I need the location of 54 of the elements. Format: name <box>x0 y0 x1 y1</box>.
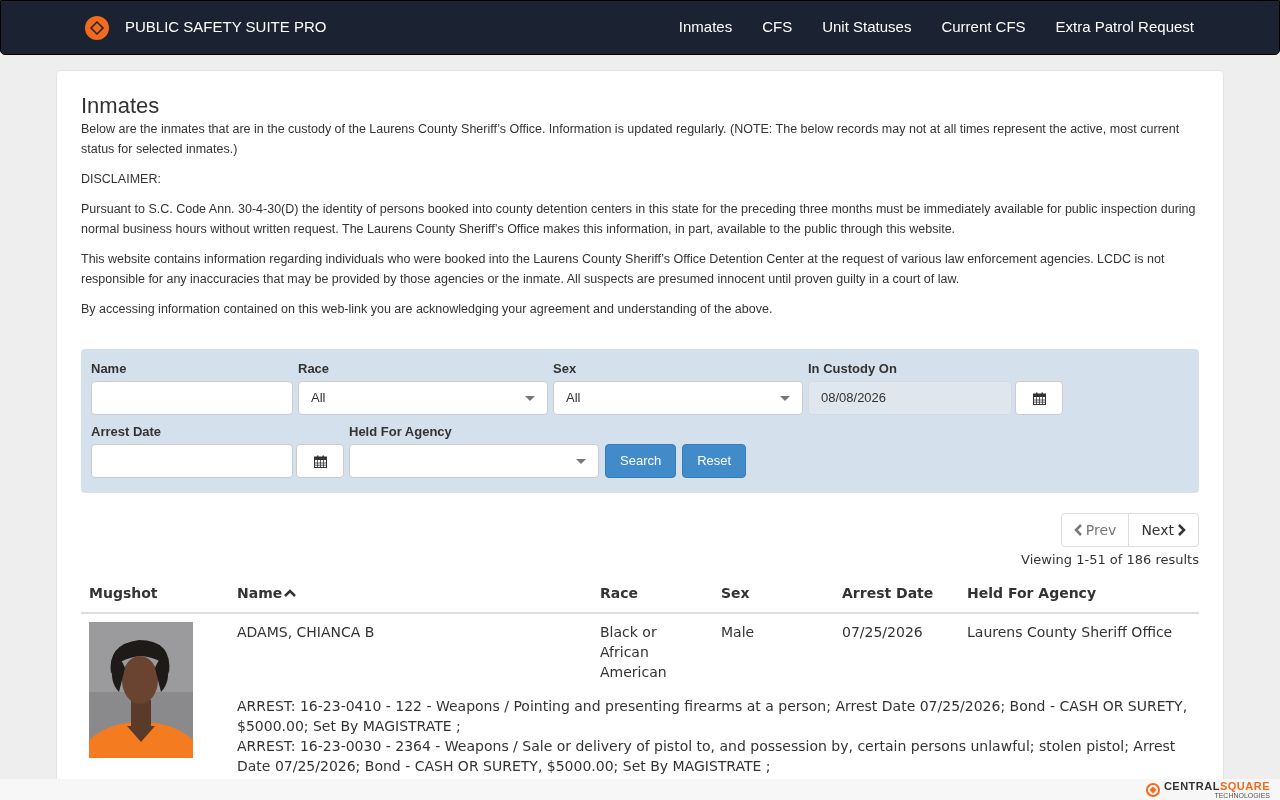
paragraph: Below are the inmates that are in the custody of the Laurens County Sheriff’s Office. Information is updated regularly. (NOTE: The below records may not at all times represent the active, most current status for selected inmates.) <box>81 121 1181 158</box>
table-cell: Laurens County Sheriff Office <box>959 612 1199 682</box>
paragraph: DISCLAIMER: <box>81 171 162 188</box>
charge-text: ARREST: 16-23-0410 - 122 - Weapons / Pointing and presenting firearms at a person; Arrest Date 07/25/2026; Bond - CASH OR SURETY, $5000.00; Set By MAGISTRATE ; <box>237 696 1189 736</box>
nav-link[interactable]: CFS <box>762 16 793 39</box>
charge-text: ARREST: 16-23-0030 - 2364 - Weapons / Sale or delivery of pistol to, and possession by, certain persons unlawful; stolen pistol; Arrest Date 07/25/2026; Bond - CASH OR SURETY, $5000.00; Set By MAGISTRATE ; <box>237 736 1177 776</box>
field-label: Held For Agency <box>349 423 453 440</box>
chevron-right-icon <box>1178 524 1186 536</box>
next-button[interactable]: Next <box>1128 513 1199 547</box>
logo-icon <box>1145 782 1160 797</box>
calendar-button[interactable] <box>296 444 344 478</box>
nav-link[interactable]: Extra Patrol Request <box>1055 16 1194 39</box>
table-cell: Black or African American <box>592 612 713 682</box>
nav-link[interactable]: Unit Statuses <box>822 16 912 39</box>
table-cell: ADAMS, CHIANCA B <box>229 612 592 682</box>
name-input-field[interactable] <box>91 381 293 415</box>
dropdown-caret-icon <box>576 458 586 464</box>
results-summary: Viewing 1-51 of 186 results <box>1021 551 1199 569</box>
table-cell: 07/25/2026 <box>834 612 959 682</box>
date-input-field[interactable]: 08/08/2026 <box>808 381 1012 415</box>
page-title: Inmates <box>81 93 161 119</box>
dropdown-caret-icon <box>780 395 790 401</box>
paragraph: This website contains information regarding individuals who were booked into the Laurens County Sheriff’s Office Detention Center at the request of various law enforcement agencies. LCDC is not responsible for any inaccuracies that may be provided by those agencies or the inmate. All suspects are presumed innocent until proven guilty in a court of law. <box>81 251 1166 288</box>
field-label: Race <box>298 360 331 377</box>
calendar-button[interactable] <box>1015 381 1063 415</box>
nav-link[interactable]: Inmates <box>678 16 733 39</box>
table-cell: Male <box>713 612 834 682</box>
nav-link[interactable]: Current CFS <box>941 16 1026 39</box>
paragraph: Pursuant to S.C. Code Ann. 30-4-30(D) the identity of persons booked into county detention centers in this state for the preceding three months must be immediately available for public inspection during normal business hours without written request. The Laurens County Sheriff’s Office makes this information, in part, available to the public through this website. <box>81 201 1197 238</box>
column-header[interactable]: Sex <box>713 574 834 613</box>
footer-brand: CENTRALSQUARE <box>1163 780 1270 792</box>
select-field[interactable]: All <box>298 381 548 415</box>
column-header[interactable]: Race <box>592 574 713 613</box>
reset-button[interactable]: Reset <box>682 444 747 478</box>
column-header[interactable]: Name <box>229 574 592 613</box>
column-header[interactable]: Arrest Date <box>834 574 959 613</box>
select-field[interactable]: All <box>553 381 803 415</box>
search-button[interactable]: Search <box>605 444 677 478</box>
date-input-field[interactable] <box>91 444 293 478</box>
paragraph: By accessing information contained on this web-link you are acknowledging your agreement and understanding of the above. <box>81 301 774 318</box>
field-label: Sex <box>553 360 578 377</box>
calendar-icon <box>313 454 327 468</box>
column-header[interactable]: Mugshot <box>81 574 229 613</box>
brand-name: PUBLIC SAFETY SUITE PRO <box>125 17 327 38</box>
chevron-left-icon <box>1073 524 1082 536</box>
field-label: Name <box>91 360 128 377</box>
sort-ascending-icon <box>284 589 297 597</box>
dropdown-caret-icon <box>525 395 535 401</box>
select-field[interactable] <box>349 444 599 478</box>
field-label: In Custody On <box>808 360 898 377</box>
column-header[interactable]: Held For Agency <box>959 574 1199 613</box>
logo-icon <box>84 14 110 41</box>
field-label: Arrest Date <box>91 423 163 440</box>
calendar-icon <box>1032 391 1046 405</box>
